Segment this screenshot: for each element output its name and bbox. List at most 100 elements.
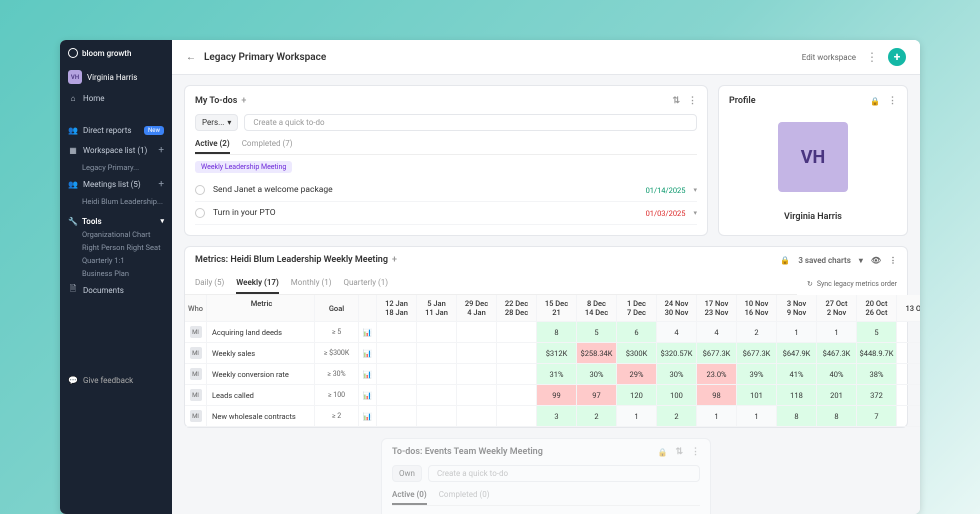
metric-cell[interactable]: 101 bbox=[737, 385, 777, 406]
tool-rprs[interactable]: Right Person Right Seat bbox=[60, 241, 172, 254]
metric-cell[interactable]: 1 bbox=[737, 406, 777, 427]
metric-cell[interactable]: 2 bbox=[577, 406, 617, 427]
metric-cell[interactable]: $467.3K bbox=[817, 343, 857, 364]
tool-org-chart[interactable]: Organizational Chart bbox=[60, 228, 172, 241]
lock-icon[interactable]: 🔒 bbox=[780, 256, 790, 265]
metric-cell[interactable]: $677.3K bbox=[737, 343, 777, 364]
filter-icon[interactable]: ⇅ bbox=[675, 447, 683, 457]
metric-cell[interactable]: 99 bbox=[537, 385, 577, 406]
meeting-item[interactable]: Heidi Blum Leadership... bbox=[60, 195, 172, 208]
tab-monthly[interactable]: Monthly (1) bbox=[291, 273, 332, 294]
add-todo-icon[interactable]: + bbox=[241, 96, 246, 106]
nav-direct-reports[interactable]: 👥 Direct reports New bbox=[60, 120, 172, 140]
todo-input[interactable]: Create a quick to-do bbox=[244, 114, 697, 131]
metric-cell[interactable]: $448.9.7K bbox=[857, 343, 897, 364]
metric-cell[interactable] bbox=[497, 322, 537, 343]
metric-cell[interactable]: 120 bbox=[617, 385, 657, 406]
metric-cell[interactable] bbox=[377, 322, 417, 343]
eye-icon[interactable]: 👁 bbox=[871, 256, 881, 265]
metric-cell[interactable] bbox=[417, 406, 457, 427]
metric-cell[interactable]: $258.34K bbox=[577, 343, 617, 364]
metric-cell[interactable] bbox=[377, 343, 417, 364]
more-icon[interactable]: ⋮ bbox=[691, 447, 700, 457]
filter-icon[interactable]: ⇅ bbox=[672, 96, 680, 106]
metric-cell[interactable] bbox=[897, 322, 920, 343]
date-header[interactable]: 29 Dec4 Jan bbox=[457, 295, 497, 322]
metric-cell[interactable] bbox=[417, 364, 457, 385]
sync-label[interactable]: Sync legacy metrics order bbox=[817, 280, 897, 288]
metric-cell[interactable]: 5 bbox=[577, 322, 617, 343]
metric-cell[interactable]: $300K bbox=[617, 343, 657, 364]
date-header[interactable]: 17 Nov23 Nov bbox=[697, 295, 737, 322]
todo-item[interactable]: Turn in your PTO01/03/2025▾ bbox=[195, 202, 697, 225]
metric-cell[interactable] bbox=[417, 385, 457, 406]
metric-cell[interactable] bbox=[377, 364, 417, 385]
metric-cell[interactable]: 2 bbox=[657, 406, 697, 427]
nav-workspace-list[interactable]: ▦ Workspace list (1) + bbox=[60, 140, 172, 161]
chart-icon[interactable]: 📊 bbox=[359, 364, 377, 385]
metric-cell[interactable]: 8 bbox=[777, 406, 817, 427]
chevron-down-icon[interactable]: ▾ bbox=[693, 209, 697, 217]
date-header[interactable]: 8 Dec14 Dec bbox=[577, 295, 617, 322]
metric-name[interactable]: Acquiring land deeds bbox=[207, 322, 315, 343]
metric-cell[interactable]: 6 bbox=[617, 322, 657, 343]
date-header[interactable]: 15 Dec21 bbox=[537, 295, 577, 322]
tab-weekly[interactable]: Weekly (17) bbox=[236, 273, 279, 294]
metric-cell[interactable] bbox=[497, 406, 537, 427]
metric-cell[interactable] bbox=[897, 385, 920, 406]
metric-cell[interactable]: 7 bbox=[857, 406, 897, 427]
tab-active[interactable]: Active (0) bbox=[392, 490, 427, 505]
metric-goal[interactable]: ≥ $300K bbox=[315, 343, 359, 364]
metric-cell[interactable]: 4 bbox=[697, 322, 737, 343]
metric-name[interactable]: Leads called bbox=[207, 385, 315, 406]
metric-cell[interactable]: $312K bbox=[537, 343, 577, 364]
sync-icon[interactable]: ↻ bbox=[807, 280, 813, 288]
tab-active[interactable]: Active (2) bbox=[195, 139, 230, 154]
chart-icon[interactable]: 📊 bbox=[359, 343, 377, 364]
date-header[interactable]: 13 Oct bbox=[897, 295, 920, 322]
more-icon[interactable]: ⋮ bbox=[866, 50, 878, 64]
todo-item[interactable]: Send Janet a welcome package01/14/2025▾ bbox=[195, 179, 697, 202]
metric-cell[interactable] bbox=[457, 343, 497, 364]
metric-cell[interactable]: 3 bbox=[537, 406, 577, 427]
metric-cell[interactable]: 1 bbox=[697, 406, 737, 427]
tab-completed[interactable]: Completed (0) bbox=[439, 490, 490, 505]
nav-tools[interactable]: 🔧 Tools ▾ bbox=[60, 208, 172, 228]
tab-quarterly[interactable]: Quarterly (1) bbox=[344, 273, 388, 294]
more-icon[interactable]: ⋮ bbox=[688, 96, 697, 106]
date-header[interactable]: 10 Nov16 Nov bbox=[737, 295, 777, 322]
add-button[interactable]: + bbox=[888, 48, 906, 66]
date-header[interactable]: 22 Dec28 Dec bbox=[497, 295, 537, 322]
metric-cell[interactable]: 4 bbox=[657, 322, 697, 343]
more-icon[interactable]: ⋮ bbox=[889, 256, 897, 265]
metric-cell[interactable] bbox=[417, 343, 457, 364]
back-arrow-icon[interactable]: ← bbox=[186, 52, 196, 63]
metric-cell[interactable]: 100 bbox=[657, 385, 697, 406]
tool-quarterly[interactable]: Quarterly 1:1 bbox=[60, 254, 172, 267]
metric-cell[interactable]: 30% bbox=[577, 364, 617, 385]
metric-cell[interactable] bbox=[497, 364, 537, 385]
metric-cell[interactable]: $677.3K bbox=[697, 343, 737, 364]
tab-daily[interactable]: Daily (5) bbox=[195, 273, 224, 294]
metric-cell[interactable]: 41% bbox=[777, 364, 817, 385]
date-header[interactable]: 12 Jan18 Jan bbox=[377, 295, 417, 322]
metric-cell[interactable]: 38% bbox=[857, 364, 897, 385]
saved-charts-label[interactable]: 3 saved charts bbox=[798, 256, 850, 265]
radio-icon[interactable] bbox=[195, 208, 205, 218]
metric-goal[interactable]: ≥ 30% bbox=[315, 364, 359, 385]
meeting-tag[interactable]: Weekly Leadership Meeting bbox=[195, 161, 292, 173]
tab-completed[interactable]: Completed (7) bbox=[242, 139, 293, 154]
metric-cell[interactable]: $647.9K bbox=[777, 343, 817, 364]
nav-meetings-list[interactable]: 👥 Meetings list (5) + bbox=[60, 174, 172, 195]
nav-documents[interactable]: 🗎 Documents bbox=[60, 280, 172, 300]
metric-cell[interactable]: 1 bbox=[777, 322, 817, 343]
metric-goal[interactable]: ≥ 2 bbox=[315, 406, 359, 427]
metric-cell[interactable]: 1 bbox=[617, 406, 657, 427]
metric-cell[interactable] bbox=[377, 385, 417, 406]
add-workspace-icon[interactable]: + bbox=[158, 145, 164, 156]
date-header[interactable]: 20 Oct26 Oct bbox=[857, 295, 897, 322]
metric-cell[interactable] bbox=[897, 364, 920, 385]
lock-icon[interactable]: 🔒 bbox=[657, 448, 667, 457]
metric-cell[interactable]: 97 bbox=[577, 385, 617, 406]
metric-name[interactable]: New wholesale contracts bbox=[207, 406, 315, 427]
